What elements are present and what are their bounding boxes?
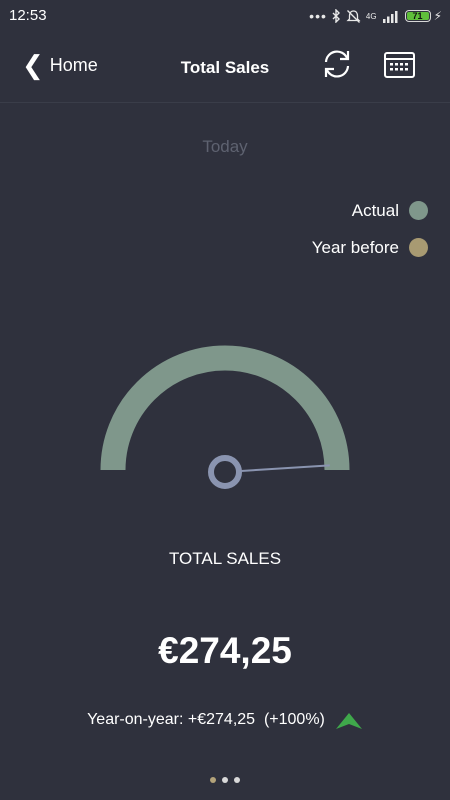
page-dot[interactable] xyxy=(210,777,216,783)
charging-icon: ⚡ xyxy=(433,9,442,23)
battery-level: 71 xyxy=(406,12,429,21)
back-button[interactable]: ❮ Home xyxy=(22,52,98,78)
gauge-arc-actual xyxy=(100,345,350,471)
signal-icon xyxy=(382,10,398,23)
refresh-button[interactable] xyxy=(320,47,354,81)
navigation-bar: ❮ Home Total Sales xyxy=(0,32,450,103)
legend-item-year-before: Year before xyxy=(312,229,428,266)
legend-swatch-year-before xyxy=(409,238,428,257)
sales-gauge xyxy=(100,345,350,489)
gauge-pivot xyxy=(208,455,242,489)
page-dot[interactable] xyxy=(234,777,240,783)
gauge-needle xyxy=(238,464,330,473)
more-notifications-icon: ••• xyxy=(309,8,327,24)
status-icons: ••• 4G 71 ⚡ xyxy=(309,7,442,25)
chart-legend: Actual Year before xyxy=(312,192,428,266)
chevron-left-icon: ❮ xyxy=(22,50,44,80)
network-type: 4G xyxy=(365,11,377,21)
calendar-button[interactable] xyxy=(383,50,417,80)
total-sales-value: €274,25 xyxy=(158,630,292,671)
year-on-year-text: Year-on-year: +€274,25 (+100%) xyxy=(87,711,325,728)
metric-label: TOTAL SALES xyxy=(168,549,282,568)
refresh-icon xyxy=(324,50,350,78)
legend-item-actual: Actual xyxy=(312,192,428,229)
period-label: Today xyxy=(202,137,248,156)
battery-icon: 71 ⚡ xyxy=(404,9,442,23)
page-indicator xyxy=(0,777,450,783)
status-time: 12:53 xyxy=(9,7,47,24)
back-label: Home xyxy=(49,54,98,75)
page-dot[interactable] xyxy=(222,777,228,783)
alarm-off-icon xyxy=(346,9,361,23)
status-bar: 12:53 ••• 4G 71 ⚡ xyxy=(0,0,450,32)
trend-up-icon xyxy=(335,713,362,729)
legend-label: Actual xyxy=(351,200,399,220)
legend-label: Year before xyxy=(311,237,399,257)
legend-swatch-actual xyxy=(409,201,428,220)
bluetooth-icon xyxy=(332,9,340,23)
year-on-year-row: Year-on-year: +€274,25 (+100%) xyxy=(0,710,450,730)
calendar-icon xyxy=(384,52,415,78)
